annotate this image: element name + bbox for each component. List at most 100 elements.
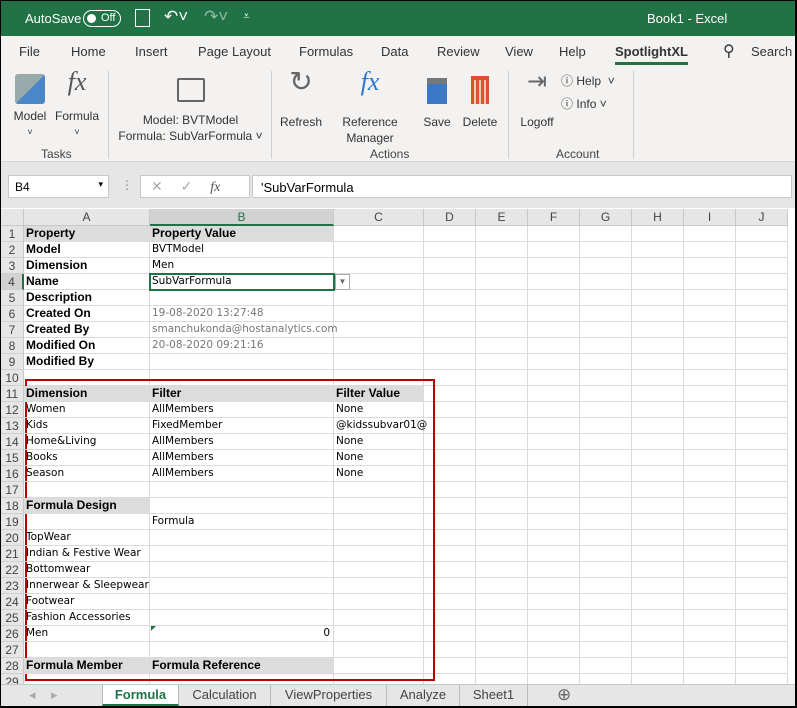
cell-J21[interactable] bbox=[736, 546, 788, 562]
column-header-H[interactable]: H bbox=[632, 209, 684, 226]
cell-C26[interactable] bbox=[334, 626, 424, 642]
cell-H25[interactable] bbox=[632, 610, 684, 626]
cell-I2[interactable] bbox=[684, 242, 736, 258]
cell-H16[interactable] bbox=[632, 466, 684, 482]
cell-C19[interactable] bbox=[334, 514, 424, 530]
cell-D3[interactable] bbox=[424, 258, 476, 274]
cell-J9[interactable] bbox=[736, 354, 788, 370]
tab-home[interactable]: Home bbox=[71, 44, 106, 59]
cell-G27[interactable] bbox=[580, 642, 632, 658]
cell-G7[interactable] bbox=[580, 322, 632, 338]
sheet-tab-formula[interactable]: Formula bbox=[102, 685, 179, 706]
cell-I24[interactable] bbox=[684, 594, 736, 610]
cell-D14[interactable] bbox=[424, 434, 476, 450]
cell-C1[interactable] bbox=[334, 226, 424, 242]
next-sheet-icon[interactable]: ▸ bbox=[51, 687, 58, 703]
cell-J7[interactable] bbox=[736, 322, 788, 338]
cell-H7[interactable] bbox=[632, 322, 684, 338]
sheet-tab-calculation[interactable]: Calculation bbox=[179, 685, 271, 706]
cell-G16[interactable] bbox=[580, 466, 632, 482]
cell-H9[interactable] bbox=[632, 354, 684, 370]
cell-G15[interactable] bbox=[580, 450, 632, 466]
cell-I13[interactable] bbox=[684, 418, 736, 434]
cell-F6[interactable] bbox=[528, 306, 580, 322]
cell-F2[interactable] bbox=[528, 242, 580, 258]
cell-E29[interactable] bbox=[476, 674, 528, 684]
cell-C27[interactable] bbox=[334, 642, 424, 658]
cell-E15[interactable] bbox=[476, 450, 528, 466]
cell-C12[interactable]: None bbox=[334, 402, 424, 418]
column-header-C[interactable]: C bbox=[334, 209, 424, 226]
cell-C10[interactable] bbox=[334, 370, 424, 386]
cell-B11[interactable]: Filter bbox=[150, 386, 334, 402]
logoff-button[interactable]: ⇥ Logoff bbox=[515, 70, 559, 130]
cell-B4[interactable]: SubVarFormula bbox=[150, 274, 334, 290]
row-header[interactable]: 15 bbox=[1, 450, 24, 466]
row-header[interactable]: 25 bbox=[1, 610, 24, 626]
cell-G3[interactable] bbox=[580, 258, 632, 274]
row-header[interactable]: 18 bbox=[1, 498, 24, 514]
cell-E28[interactable] bbox=[476, 658, 528, 674]
cell-D28[interactable] bbox=[424, 658, 476, 674]
model-button[interactable]: Model ˅ bbox=[9, 74, 51, 140]
cell-H23[interactable] bbox=[632, 578, 684, 594]
cell-G2[interactable] bbox=[580, 242, 632, 258]
cell-F20[interactable] bbox=[528, 530, 580, 546]
cell-I18[interactable] bbox=[684, 498, 736, 514]
cell-J11[interactable] bbox=[736, 386, 788, 402]
column-header-I[interactable]: I bbox=[684, 209, 736, 226]
cell-I17[interactable] bbox=[684, 482, 736, 498]
cell-I20[interactable] bbox=[684, 530, 736, 546]
cell-B25[interactable] bbox=[150, 610, 334, 626]
column-header-F[interactable]: F bbox=[528, 209, 580, 226]
cell-A18[interactable]: Formula Design bbox=[24, 498, 150, 514]
row-header[interactable]: 20 bbox=[1, 530, 24, 546]
cell-F25[interactable] bbox=[528, 610, 580, 626]
cell-J6[interactable] bbox=[736, 306, 788, 322]
cell-I11[interactable] bbox=[684, 386, 736, 402]
row-header[interactable]: 13 bbox=[1, 418, 24, 434]
cell-E22[interactable] bbox=[476, 562, 528, 578]
cell-J3[interactable] bbox=[736, 258, 788, 274]
cell-A9[interactable]: Modified By bbox=[24, 354, 150, 370]
cell-B1[interactable]: Property Value bbox=[150, 226, 334, 242]
cell-I22[interactable] bbox=[684, 562, 736, 578]
search-button[interactable]: Search bbox=[751, 44, 792, 59]
cell-I29[interactable] bbox=[684, 674, 736, 684]
formula-input[interactable]: 'SubVarFormula bbox=[252, 175, 792, 198]
formula-button[interactable]: fx Formula ˅ bbox=[53, 69, 101, 140]
cell-G25[interactable] bbox=[580, 610, 632, 626]
cell-G1[interactable] bbox=[580, 226, 632, 242]
cell-I15[interactable] bbox=[684, 450, 736, 466]
cell-D15[interactable] bbox=[424, 450, 476, 466]
tab-spotlightxl[interactable]: SpotlightXL bbox=[615, 44, 688, 65]
cell-A11[interactable]: Dimension bbox=[24, 386, 150, 402]
cell-D6[interactable] bbox=[424, 306, 476, 322]
cell-E10[interactable] bbox=[476, 370, 528, 386]
cell-D8[interactable] bbox=[424, 338, 476, 354]
cell-F13[interactable] bbox=[528, 418, 580, 434]
cell-A24[interactable]: Footwear bbox=[24, 594, 150, 610]
cell-I19[interactable] bbox=[684, 514, 736, 530]
cell-C14[interactable]: None bbox=[334, 434, 424, 450]
row-header[interactable]: 4 bbox=[1, 274, 24, 290]
cell-G12[interactable] bbox=[580, 402, 632, 418]
cell-I4[interactable] bbox=[684, 274, 736, 290]
cell-C7[interactable] bbox=[334, 322, 424, 338]
column-header-B[interactable]: B bbox=[150, 209, 334, 226]
cell-E25[interactable] bbox=[476, 610, 528, 626]
cell-D11[interactable] bbox=[424, 386, 476, 402]
insert-function-icon[interactable]: fx bbox=[210, 180, 220, 195]
column-header-J[interactable]: J bbox=[736, 209, 788, 226]
spreadsheet-grid[interactable]: A B C D E F G H I J 1 Property Property Value 2 Model B… bbox=[1, 208, 795, 684]
tab-help[interactable]: Help bbox=[559, 44, 586, 59]
tab-file[interactable]: File bbox=[19, 44, 40, 59]
cell-J17[interactable] bbox=[736, 482, 788, 498]
cell-J29[interactable] bbox=[736, 674, 788, 684]
prev-sheet-icon[interactable]: ◂ bbox=[29, 687, 36, 703]
row-header[interactable]: 23 bbox=[1, 578, 24, 594]
cell-B5[interactable] bbox=[150, 290, 334, 306]
cell-A4[interactable]: Name bbox=[24, 274, 150, 290]
cell-F29[interactable] bbox=[528, 674, 580, 684]
cell-G24[interactable] bbox=[580, 594, 632, 610]
